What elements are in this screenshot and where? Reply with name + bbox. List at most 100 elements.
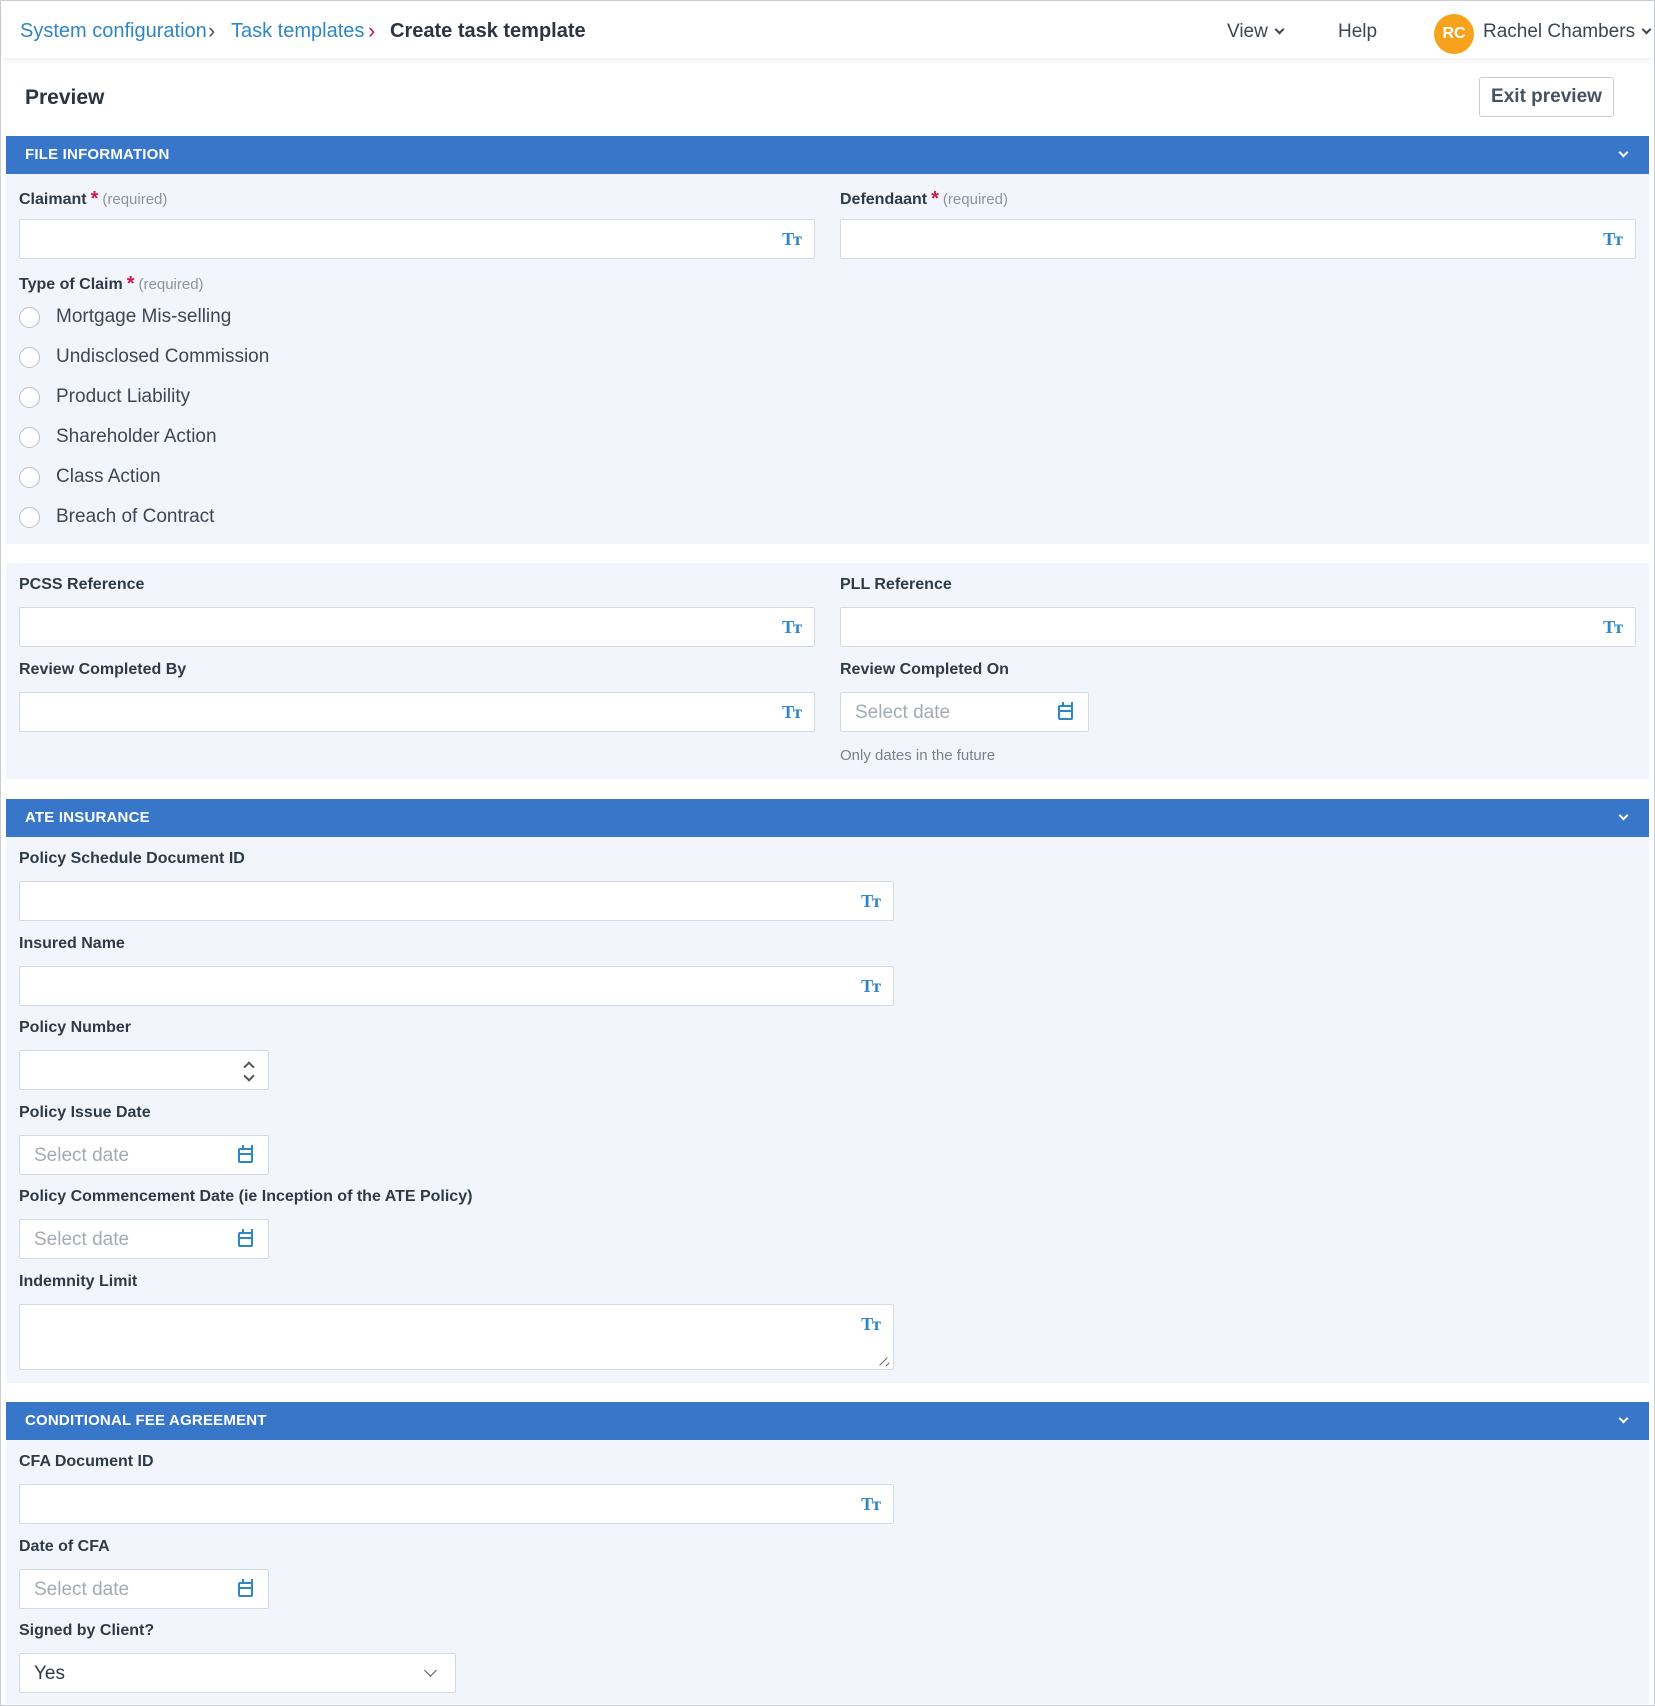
text-format-icon: Tт <box>782 229 802 249</box>
text-format-icon: Tт <box>861 976 881 996</box>
breadcrumb-separator-icon: › <box>208 18 216 43</box>
policy-commencement-date-datepicker[interactable]: Select date <box>19 1219 269 1259</box>
text-format-icon: Tт <box>861 1494 881 1514</box>
section-header-ate-insurance[interactable]: ATE INSURANCE <box>6 799 1649 837</box>
top-navigation-bar: System configuration › Task templates › … <box>2 2 1654 58</box>
radio-option-shareholder-action[interactable]: Shareholder Action <box>19 425 217 449</box>
cfa-document-id-input[interactable]: Tт <box>19 1484 894 1524</box>
required-asterisk: * <box>126 273 135 295</box>
insured-name-label: Insured Name <box>19 935 125 952</box>
avatar[interactable]: RC <box>1434 14 1474 54</box>
defendant-input[interactable]: Tт <box>840 219 1636 259</box>
number-stepper-icon[interactable] <box>244 1060 254 1082</box>
breadcrumb-current: Create task template <box>390 20 586 42</box>
radio-button[interactable] <box>19 506 40 528</box>
user-menu[interactable]: Rachel Chambers <box>1483 21 1652 43</box>
text-format-icon: Tт <box>861 1314 881 1334</box>
file-information-references-panel <box>6 563 1649 779</box>
radio-label: Product Liability <box>56 386 191 407</box>
section-title: ATE INSURANCE <box>25 809 150 826</box>
review-completed-on-hint: Only dates in the future <box>840 747 996 764</box>
indemnity-limit-label: Indemnity Limit <box>19 1273 138 1290</box>
app-window: System configuration › Task templates › … <box>0 0 1655 1706</box>
calendar-icon[interactable] <box>238 1579 253 1597</box>
breadcrumb-task-templates[interactable]: Task templates <box>231 20 364 43</box>
calendar-icon[interactable] <box>1058 702 1073 720</box>
date-of-cfa-datepicker[interactable]: Select date <box>19 1569 269 1609</box>
date-placeholder: Select date <box>34 1229 130 1250</box>
policy-issue-date-datepicker[interactable]: Select date <box>19 1135 269 1175</box>
chevron-down-icon <box>1618 810 1629 821</box>
radio-label: Mortgage Mis-selling <box>56 306 232 327</box>
radio-button[interactable] <box>19 426 40 448</box>
section-title: CONDITIONAL FEE AGREEMENT <box>25 1412 267 1429</box>
defendant-label: Defendaant * (required) <box>840 187 1008 210</box>
radio-button[interactable] <box>19 346 40 368</box>
claimant-label-text: Claimant <box>19 191 87 208</box>
radio-option-class-action[interactable]: Class Action <box>19 465 161 489</box>
calendar-icon[interactable] <box>238 1145 253 1163</box>
page-title: Preview <box>25 86 105 109</box>
view-menu[interactable]: View <box>1227 21 1285 43</box>
review-completed-by-input[interactable]: Tт <box>19 692 815 732</box>
signed-by-client-select[interactable]: Yes <box>19 1653 456 1693</box>
policy-schedule-document-id-label: Policy Schedule Document ID <box>19 850 245 867</box>
calendar-icon[interactable] <box>238 1229 253 1247</box>
claimant-input[interactable]: Tт <box>19 219 815 259</box>
cfa-document-id-label: CFA Document ID <box>19 1453 154 1470</box>
claimant-label: Claimant * (required) <box>19 187 167 210</box>
chevron-down-icon <box>1274 24 1285 35</box>
policy-issue-date-label: Policy Issue Date <box>19 1104 151 1121</box>
section-header-conditional-fee-agreement[interactable]: CONDITIONAL FEE AGREEMENT <box>6 1402 1649 1440</box>
date-placeholder: Select date <box>855 702 951 723</box>
policy-number-input[interactable] <box>19 1050 269 1090</box>
review-completed-on-label: Review Completed On <box>840 661 1009 678</box>
chevron-down-icon <box>1641 24 1652 35</box>
pll-reference-input[interactable]: Tт <box>840 607 1636 647</box>
radio-label: Shareholder Action <box>56 426 217 447</box>
radio-label: Class Action <box>56 466 161 487</box>
text-format-icon: Tт <box>1603 229 1623 249</box>
policy-schedule-document-id-input[interactable]: Tт <box>19 881 894 921</box>
indemnity-limit-textarea[interactable]: Tт <box>19 1304 894 1370</box>
signed-by-client-label: Signed by Client? <box>19 1622 155 1639</box>
text-format-icon: Tт <box>782 617 802 637</box>
chevron-down-icon <box>1618 1413 1629 1424</box>
pll-reference-label: PLL Reference <box>840 576 952 593</box>
radio-button[interactable] <box>19 386 40 408</box>
defendant-label-text: Defendaant <box>840 191 928 208</box>
review-completed-by-label: Review Completed By <box>19 661 187 678</box>
view-menu-label: View <box>1227 21 1268 42</box>
required-asterisk: * <box>90 188 99 210</box>
required-asterisk: * <box>931 188 939 210</box>
date-placeholder: Select date <box>34 1145 130 1166</box>
section-title: FILE INFORMATION <box>25 146 170 163</box>
review-completed-on-datepicker[interactable]: Select date <box>840 692 1089 732</box>
pcss-reference-label: PCSS Reference <box>19 576 145 593</box>
type-of-claim-label: Type of Claim * (required) <box>19 272 204 295</box>
radio-button[interactable] <box>19 306 40 328</box>
section-header-file-information[interactable]: FILE INFORMATION <box>6 136 1649 174</box>
radio-button[interactable] <box>19 466 40 488</box>
breadcrumb-system-configuration[interactable]: System configuration <box>20 20 207 43</box>
radio-option-product-liability[interactable]: Product Liability <box>19 385 190 409</box>
breadcrumb-separator-icon: › <box>368 18 376 43</box>
radio-label: Breach of Contract <box>56 506 215 527</box>
required-text: (required) <box>102 191 168 208</box>
exit-preview-button[interactable]: Exit preview <box>1479 77 1614 117</box>
help-link[interactable]: Help <box>1338 21 1377 43</box>
policy-commencement-date-label: Policy Commencement Date (ie Inception o… <box>19 1188 473 1205</box>
radio-option-breach-of-contract[interactable]: Breach of Contract <box>19 505 214 529</box>
radio-label: Undisclosed Commission <box>56 346 270 367</box>
pcss-reference-input[interactable]: Tт <box>19 607 815 647</box>
radio-option-undisclosed-commission[interactable]: Undisclosed Commission <box>19 345 269 369</box>
text-format-icon: Tт <box>1603 617 1623 637</box>
type-of-claim-label-text: Type of Claim <box>19 276 123 293</box>
date-of-cfa-label: Date of CFA <box>19 1538 110 1555</box>
policy-number-label: Policy Number <box>19 1019 132 1036</box>
insured-name-input[interactable]: Tт <box>19 966 894 1006</box>
radio-option-mortgage-mis-selling[interactable]: Mortgage Mis-selling <box>19 305 231 329</box>
required-text: (required) <box>138 276 204 293</box>
resize-handle-icon[interactable] <box>880 1356 890 1366</box>
user-name: Rachel Chambers <box>1483 21 1636 42</box>
